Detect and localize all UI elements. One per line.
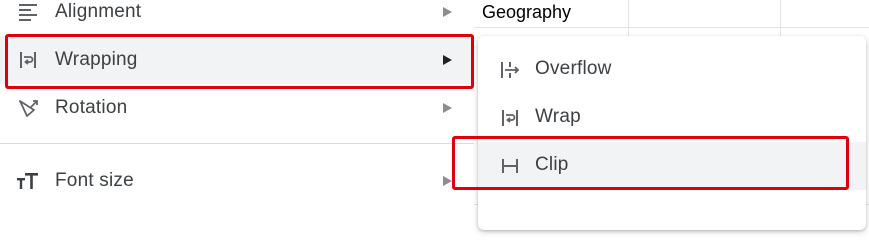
text-wrap-icon [16,48,40,72]
menu-item-wrapping[interactable]: Wrapping [0,36,474,84]
submenu-item-label: Overflow [535,58,612,79]
menu-item-rotation[interactable]: Rotation [0,84,474,132]
submenu-item-overflow[interactable]: Overflow [478,46,866,94]
wrap-overflow-icon [498,58,522,82]
menu-item-label: Alignment [55,1,142,22]
menu-item-label: Font size [55,170,134,191]
align-left-icon [16,0,40,24]
menu-item-label: Rotation [55,97,128,118]
menu-divider [0,143,474,144]
submenu-item-clip[interactable]: Clip [478,142,866,190]
wrap-wrap-icon [498,106,522,130]
menu-item-label: Wrapping [55,49,138,70]
font-size-icon [16,169,40,193]
format-context-menu: Alignment Wrapping Rotation Font size [0,0,474,217]
submenu-item-wrap[interactable]: Wrap [478,94,866,142]
cell-geography[interactable]: Geography [482,2,571,23]
menu-item-alignment[interactable]: Alignment [0,0,474,36]
chevron-right-icon [443,55,452,65]
submenu-item-label: Wrap [535,106,581,127]
menu-item-font-size[interactable]: Font size [0,157,474,205]
wrap-clip-icon [498,154,522,178]
submenu-item-label: Clip [535,154,569,175]
text-rotation-icon [16,96,40,120]
wrapping-submenu: Overflow Wrap Clip [478,36,866,230]
chevron-right-icon [443,103,452,113]
chevron-right-icon [443,7,452,17]
chevron-right-icon [443,176,452,186]
